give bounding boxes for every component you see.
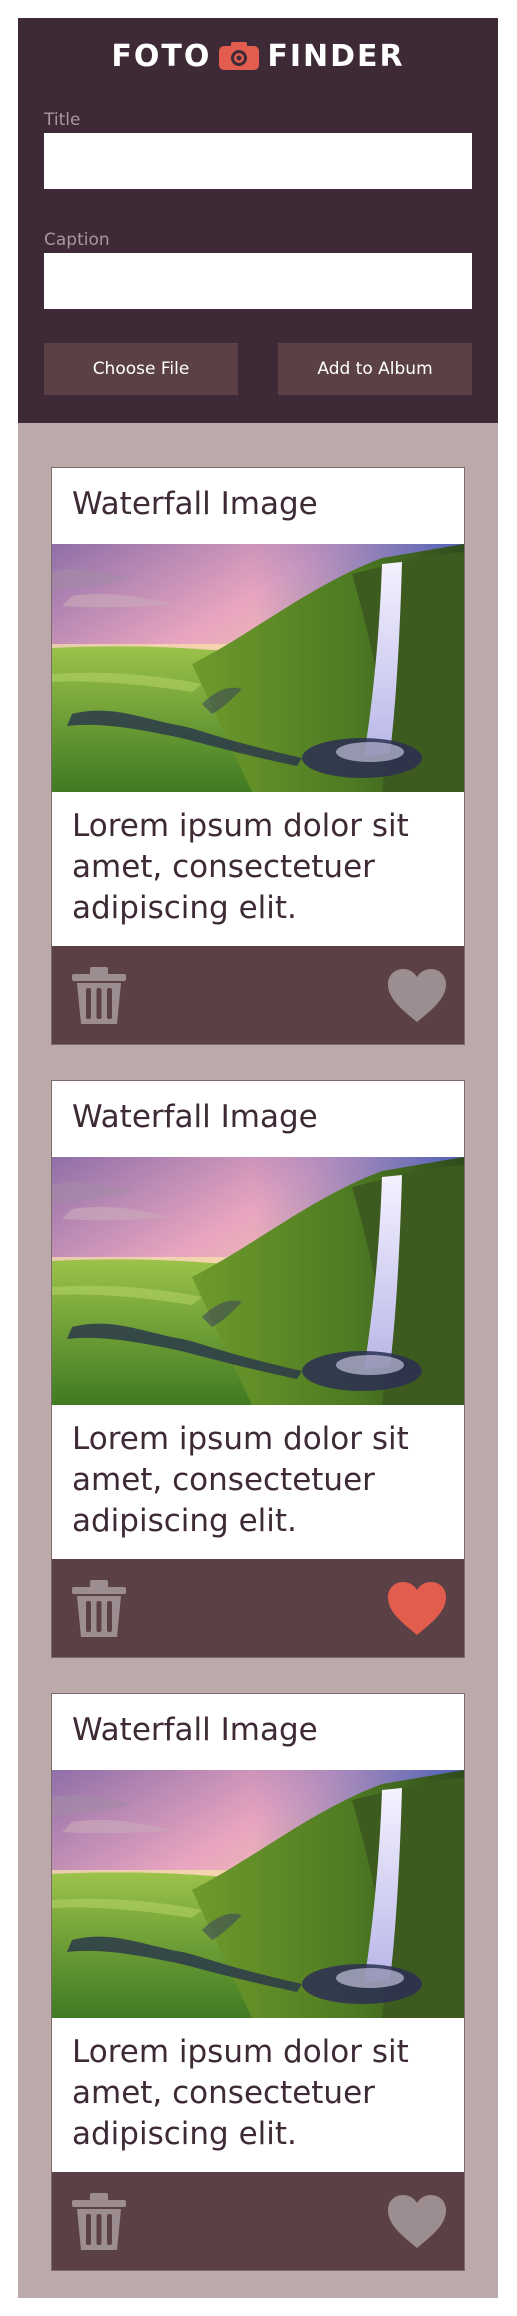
logo-text-finder: FINDER: [267, 38, 405, 74]
card-image: [52, 1157, 464, 1405]
caption-label: Caption: [44, 230, 110, 250]
card-footer: [52, 946, 464, 1044]
photo-card: Waterfall Image Lorem ipsum dolor sit am…: [51, 1693, 465, 2271]
app-container: FOTO FINDER Title Caption Choose File Ad…: [18, 18, 498, 2298]
choose-file-button[interactable]: Choose File: [44, 343, 238, 395]
card-title: Waterfall Image: [72, 1099, 318, 1135]
heart-icon[interactable]: [386, 1581, 448, 1637]
card-image: [52, 1770, 464, 2018]
photo-card: Waterfall Image Lorem ipsum dolor sit am…: [51, 467, 465, 1045]
logo-text-foto: FOTO: [111, 38, 212, 74]
caption-input[interactable]: [44, 253, 472, 309]
camera-icon: [219, 42, 260, 70]
trash-icon[interactable]: [70, 2192, 128, 2252]
trash-icon[interactable]: [70, 966, 128, 1026]
card-image: [52, 544, 464, 792]
card-caption: Lorem ipsum dolor sit amet, consectetuer…: [72, 808, 409, 926]
header-form: FOTO FINDER Title Caption Choose File Ad…: [18, 18, 498, 423]
card-title: Waterfall Image: [72, 486, 318, 522]
title-input[interactable]: [44, 133, 472, 189]
add-to-album-button[interactable]: Add to Album: [278, 343, 472, 395]
heart-icon[interactable]: [386, 968, 448, 1024]
logo: FOTO FINDER: [18, 36, 498, 76]
card-title: Waterfall Image: [72, 1712, 318, 1748]
card-caption: Lorem ipsum dolor sit amet, consectetuer…: [72, 1421, 409, 1539]
title-label: Title: [44, 110, 81, 130]
card-caption: Lorem ipsum dolor sit amet, consectetuer…: [72, 2034, 409, 2152]
heart-icon[interactable]: [386, 2194, 448, 2250]
card-footer: [52, 2172, 464, 2270]
trash-icon[interactable]: [70, 1579, 128, 1639]
card-footer: [52, 1559, 464, 1657]
photo-card: Waterfall Image Lorem ipsum dolor sit am…: [51, 1080, 465, 1658]
